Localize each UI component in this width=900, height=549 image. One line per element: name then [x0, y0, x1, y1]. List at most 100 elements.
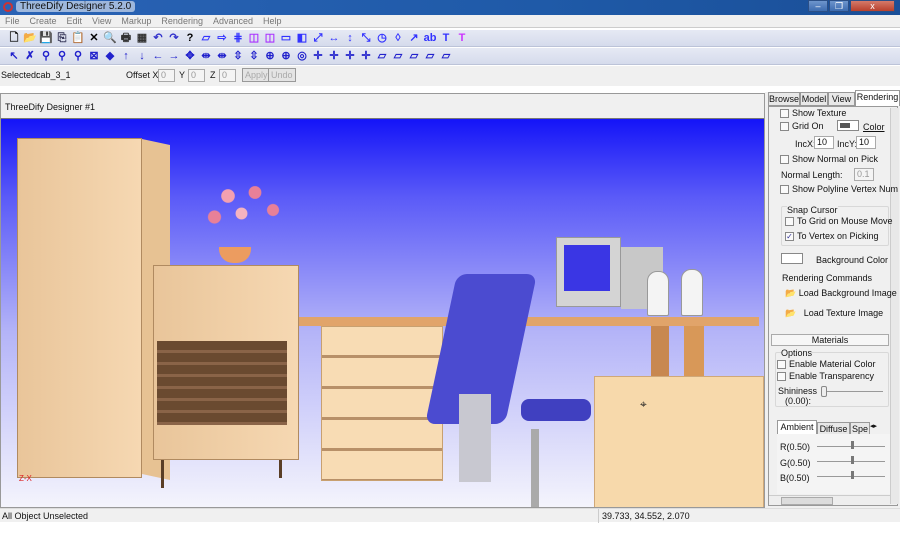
- axis-1-icon[interactable]: ✛: [310, 48, 326, 64]
- help-pointer-icon[interactable]: ?: [182, 30, 198, 46]
- materials-header[interactable]: Materials: [771, 334, 889, 346]
- move-icon[interactable]: ⤢: [310, 30, 326, 46]
- blue-slider[interactable]: [851, 471, 854, 479]
- tab-model[interactable]: Model: [800, 92, 828, 106]
- view-back-icon[interactable]: ▱: [422, 48, 438, 64]
- menu-rendering[interactable]: Rendering: [156, 15, 208, 28]
- rotate-z-icon[interactable]: ⇳: [230, 48, 246, 64]
- zoom-in-icon[interactable]: ⚲: [54, 48, 70, 64]
- 3d-viewport[interactable]: ⌖ Z-X: [1, 118, 764, 507]
- offset-y-input[interactable]: 0: [188, 69, 205, 82]
- select-icon[interactable]: ↖: [6, 48, 22, 64]
- properties-icon[interactable]: ▦: [134, 30, 150, 46]
- load-texture-button[interactable]: 📂 Load Texture Image: [785, 308, 883, 319]
- menu-create[interactable]: Create: [25, 15, 62, 28]
- normal-length-input[interactable]: 0.1: [854, 168, 874, 181]
- menu-file[interactable]: File: [0, 15, 25, 28]
- new-icon[interactable]: 🗋: [6, 30, 22, 46]
- rotate-y-icon[interactable]: ⇹: [214, 48, 230, 64]
- red-slider[interactable]: [851, 441, 854, 449]
- orbit-plus-icon[interactable]: ⊕: [278, 48, 294, 64]
- pan-down-icon[interactable]: ↓: [134, 48, 150, 64]
- zoom-out-icon[interactable]: ⚲: [70, 48, 86, 64]
- view-side-icon[interactable]: ▱: [390, 48, 406, 64]
- close-button[interactable]: x: [850, 0, 895, 12]
- load-background-button[interactable]: 📂 Load Background Image: [785, 288, 897, 299]
- tab-rendering[interactable]: Rendering: [855, 90, 900, 106]
- stretch-icon[interactable]: ↗: [406, 30, 422, 46]
- show-polyline-checkbox[interactable]: [780, 185, 789, 195]
- maximize-button[interactable]: ❐: [829, 0, 849, 12]
- open-icon[interactable]: 📂: [22, 30, 38, 46]
- zoom-reset-icon[interactable]: ⊠: [86, 48, 102, 64]
- offset-z-input[interactable]: 0: [219, 69, 236, 82]
- view-iso-icon[interactable]: ▱: [438, 48, 454, 64]
- minimize-button[interactable]: –: [808, 0, 828, 12]
- rotate-icon[interactable]: ◷: [374, 30, 390, 46]
- copy-icon[interactable]: ⎘: [54, 30, 70, 46]
- incx-input[interactable]: 10: [814, 136, 834, 149]
- undo-button[interactable]: Undo: [268, 68, 296, 82]
- slab-icon[interactable]: ▭: [278, 30, 294, 46]
- offset-x-input[interactable]: 0: [158, 69, 175, 82]
- extrude-icon[interactable]: ⇨: [214, 30, 230, 46]
- view-top-icon[interactable]: ▱: [406, 48, 422, 64]
- zoom-icon[interactable]: ⚲: [38, 48, 54, 64]
- height-icon[interactable]: ↕: [342, 30, 358, 46]
- delete-icon[interactable]: ✕: [86, 30, 102, 46]
- box-icon[interactable]: ▱: [198, 30, 214, 46]
- redo-icon[interactable]: ↷: [166, 30, 182, 46]
- pan-right-icon[interactable]: →: [166, 48, 182, 64]
- apply-button[interactable]: Apply: [242, 68, 271, 82]
- paste-icon[interactable]: 📋: [70, 30, 86, 46]
- tab-ambient[interactable]: Ambient: [777, 420, 817, 434]
- wall-icon[interactable]: ◧: [294, 30, 310, 46]
- move-all-icon[interactable]: ✥: [182, 48, 198, 64]
- tab-browse[interactable]: Browse: [768, 92, 800, 106]
- desk-drawers[interactable]: [321, 326, 443, 481]
- scale-icon[interactable]: ⤡: [358, 30, 374, 46]
- axis-3-icon[interactable]: ✛: [342, 48, 358, 64]
- tab-scroll-arrows[interactable]: ◂▸: [870, 422, 888, 432]
- orbit-icon[interactable]: ⊕: [262, 48, 278, 64]
- mirror-icon[interactable]: ◊: [390, 30, 406, 46]
- enable-material-color-checkbox[interactable]: [777, 360, 786, 370]
- print-preview-icon[interactable]: 🔍: [102, 30, 118, 46]
- text-icon[interactable]: T: [438, 30, 454, 46]
- wardrobe[interactable]: [17, 138, 142, 478]
- deselect-icon[interactable]: ✗: [22, 48, 38, 64]
- dimension-icon[interactable]: ↔: [326, 30, 342, 46]
- horizontal-scrollbar[interactable]: [769, 495, 890, 505]
- menu-view[interactable]: View: [87, 15, 116, 28]
- array-icon[interactable]: ⋕: [230, 30, 246, 46]
- background-color-picker[interactable]: [781, 253, 803, 264]
- menu-help[interactable]: Help: [258, 15, 287, 28]
- save-icon[interactable]: 💾: [38, 30, 54, 46]
- center-icon[interactable]: ◆: [102, 48, 118, 64]
- snap-grid-checkbox[interactable]: [785, 217, 794, 227]
- grid-on-checkbox[interactable]: [780, 122, 789, 132]
- rotate-x-icon[interactable]: ⇹: [198, 48, 214, 64]
- desk-top[interactable]: [299, 317, 759, 326]
- snap-vertex-checkbox[interactable]: ✓: [785, 232, 794, 242]
- pan-up-icon[interactable]: ↑: [118, 48, 134, 64]
- shininess-slider[interactable]: [821, 386, 827, 397]
- undo-icon[interactable]: ↶: [150, 30, 166, 46]
- panel-scrollbar[interactable]: [890, 108, 899, 504]
- axis-4-icon[interactable]: ✛: [358, 48, 374, 64]
- grid-color-picker[interactable]: [837, 120, 859, 131]
- axis-2-icon[interactable]: ✛: [326, 48, 342, 64]
- enable-transparency-checkbox[interactable]: [777, 372, 786, 382]
- boolean-icon[interactable]: ◫: [246, 30, 262, 46]
- text-ab-icon[interactable]: ab: [422, 30, 438, 46]
- orbit-target-icon[interactable]: ◎: [294, 48, 310, 64]
- menu-edit[interactable]: Edit: [62, 15, 88, 28]
- show-texture-checkbox[interactable]: [780, 109, 789, 119]
- green-slider[interactable]: [851, 456, 854, 464]
- tilt-icon[interactable]: ⇳: [246, 48, 262, 64]
- view-front-icon[interactable]: ▱: [374, 48, 390, 64]
- storage-box[interactable]: [594, 376, 764, 507]
- show-normal-checkbox[interactable]: [780, 155, 789, 165]
- text-3d-icon[interactable]: T: [454, 30, 470, 46]
- print-icon[interactable]: 🖶: [118, 30, 134, 46]
